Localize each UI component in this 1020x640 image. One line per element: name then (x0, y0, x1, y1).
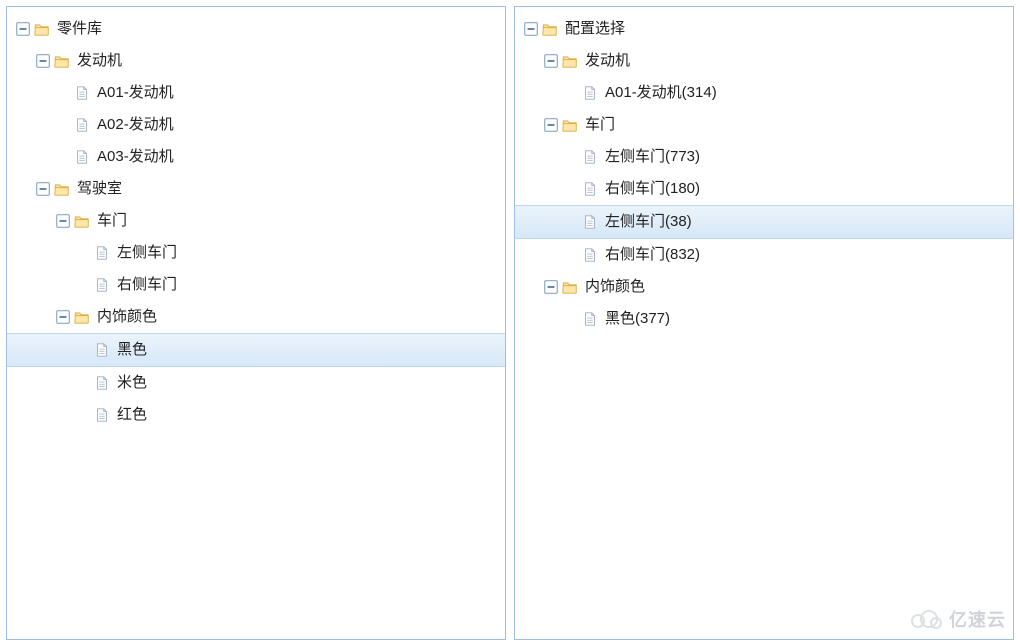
tree-node-label: 零件库 (57, 13, 110, 45)
tree-node-cfg-engine[interactable]: 发动机 (515, 45, 1013, 77)
file-icon (581, 148, 599, 166)
file-icon (73, 84, 91, 102)
expander-toggle[interactable] (543, 279, 559, 295)
minus-box-icon (35, 181, 51, 197)
tree-node-red[interactable]: 红色 (7, 399, 505, 431)
expander-toggle[interactable] (35, 181, 51, 197)
tree-node-label: 左侧车门(773) (605, 141, 708, 173)
tree-node-label: 发动机 (77, 45, 130, 77)
folder-open-icon (561, 116, 579, 134)
tree-node-label: 右侧车门(832) (605, 239, 708, 271)
tree-node-cfg-a01[interactable]: A01-发动机(314) (515, 77, 1013, 109)
expander-toggle[interactable] (55, 213, 71, 229)
tree-node-cfg-d1[interactable]: 左侧车门(773) (515, 141, 1013, 173)
tree-node-label: A01-发动机 (97, 77, 182, 109)
tree-node-a01[interactable]: A01-发动机 (7, 77, 505, 109)
watermark-cloud-icon (907, 608, 943, 630)
tree-node-label: 驾驶室 (77, 173, 130, 205)
folder-open-icon (53, 180, 71, 198)
tree-node-beige[interactable]: 米色 (7, 367, 505, 399)
tree-node-label: 左侧车门(38) (605, 206, 700, 238)
folder-open-icon (53, 52, 71, 70)
file-icon (73, 116, 91, 134)
tree-node-label: A01-发动机(314) (605, 77, 725, 109)
tree-panel-parts-library: 零件库发动机A01-发动机A02-发动机A03-发动机驾驶室车门左侧车门右侧车门… (6, 6, 506, 640)
minus-box-icon (15, 21, 31, 37)
tree-node-cab[interactable]: 驾驶室 (7, 173, 505, 205)
tree-node-label: 右侧车门(180) (605, 173, 708, 205)
file-icon (93, 406, 111, 424)
expander-toggle[interactable] (543, 117, 559, 133)
file-icon (581, 84, 599, 102)
tree-node-doors[interactable]: 车门 (7, 205, 505, 237)
tree-node-lib[interactable]: 零件库 (7, 13, 505, 45)
tree-node-door-r[interactable]: 右侧车门 (7, 269, 505, 301)
folder-open-icon (33, 20, 51, 38)
file-icon (73, 148, 91, 166)
tree-node-cfg-black[interactable]: 黑色(377) (515, 303, 1013, 335)
tree-node-door-l[interactable]: 左侧车门 (7, 237, 505, 269)
expander-toggle[interactable] (55, 309, 71, 325)
tree-node-black[interactable]: 黑色 (7, 333, 505, 367)
expander-toggle[interactable] (543, 53, 559, 69)
expander-toggle[interactable] (15, 21, 31, 37)
minus-box-icon (55, 213, 71, 229)
watermark-text: 亿速云 (949, 606, 1006, 632)
tree-node-label: 黑色(377) (605, 303, 678, 335)
tree-node-label: 左侧车门 (117, 237, 185, 269)
tree-node-label: 红色 (117, 399, 155, 431)
file-icon (581, 180, 599, 198)
tree-node-cfg[interactable]: 配置选择 (515, 13, 1013, 45)
folder-open-icon (561, 278, 579, 296)
tree-node-label: 车门 (585, 109, 623, 141)
tree-node-label: 米色 (117, 367, 155, 399)
tree-node-engine[interactable]: 发动机 (7, 45, 505, 77)
file-icon (581, 246, 599, 264)
expander-toggle[interactable] (35, 53, 51, 69)
minus-box-icon (543, 53, 559, 69)
tree-node-cfg-trim[interactable]: 内饰颜色 (515, 271, 1013, 303)
minus-box-icon (543, 279, 559, 295)
tree-node-label: A03-发动机 (97, 141, 182, 173)
tree-node-a03[interactable]: A03-发动机 (7, 141, 505, 173)
tree-node-trim[interactable]: 内饰颜色 (7, 301, 505, 333)
tree-node-label: 配置选择 (565, 13, 633, 45)
tree-node-a02[interactable]: A02-发动机 (7, 109, 505, 141)
file-icon (93, 276, 111, 294)
file-icon (93, 341, 111, 359)
minus-box-icon (55, 309, 71, 325)
folder-open-icon (73, 212, 91, 230)
tree-node-cfg-d2[interactable]: 右侧车门(180) (515, 173, 1013, 205)
expander-toggle[interactable] (523, 21, 539, 37)
file-icon (581, 310, 599, 328)
file-icon (581, 213, 599, 231)
tree-node-cfg-d4[interactable]: 右侧车门(832) (515, 239, 1013, 271)
minus-box-icon (523, 21, 539, 37)
tree-panel-config-selection: 配置选择发动机A01-发动机(314)车门左侧车门(773)右侧车门(180)左… (514, 6, 1014, 640)
tree-node-cfg-d3[interactable]: 左侧车门(38) (515, 205, 1013, 239)
folder-open-icon (73, 308, 91, 326)
watermark: 亿速云 (907, 606, 1006, 632)
file-icon (93, 374, 111, 392)
folder-open-icon (561, 52, 579, 70)
tree-node-label: 黑色 (117, 334, 155, 366)
tree-node-label: 内饰颜色 (585, 271, 653, 303)
minus-box-icon (35, 53, 51, 69)
tree-node-label: 发动机 (585, 45, 638, 77)
tree-node-cfg-doors[interactable]: 车门 (515, 109, 1013, 141)
minus-box-icon (543, 117, 559, 133)
file-icon (93, 244, 111, 262)
tree-node-label: 右侧车门 (117, 269, 185, 301)
tree-node-label: 内饰颜色 (97, 301, 165, 333)
tree-node-label: A02-发动机 (97, 109, 182, 141)
folder-open-icon (541, 20, 559, 38)
tree-node-label: 车门 (97, 205, 135, 237)
